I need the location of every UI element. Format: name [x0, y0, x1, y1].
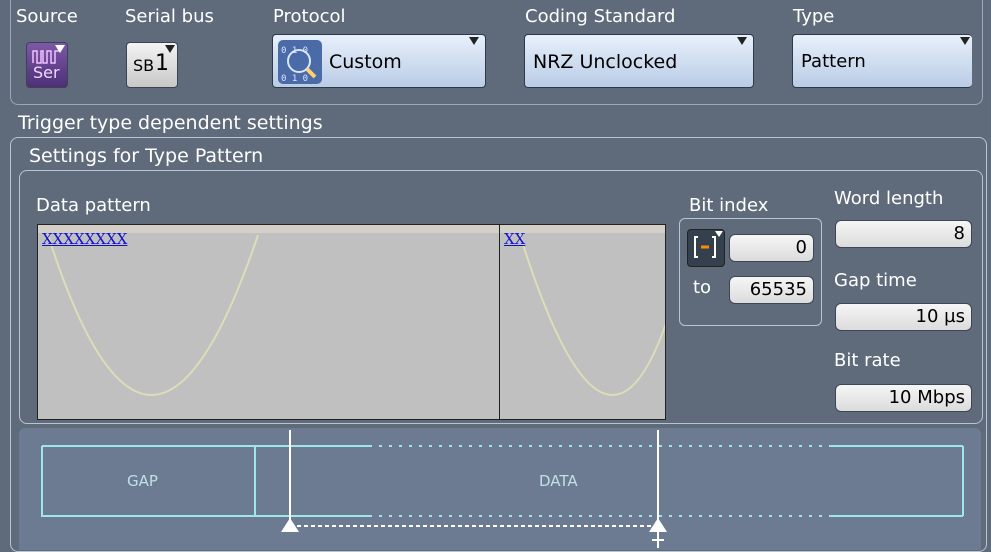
coding-standard-label: Coding Standard [525, 6, 676, 27]
bit-rate-field[interactable]: 10 Mbps [835, 384, 972, 412]
coding-standard-value: NRZ Unclocked [533, 51, 678, 73]
gap-data-diagram: GAP DATA [19, 428, 981, 550]
serial-bus-number: 1 [155, 51, 169, 76]
protocol-value: Custom [329, 51, 402, 73]
type-dropdown[interactable]: Pattern [792, 34, 972, 88]
pattern-bits-left: XXXXXXXX [42, 230, 128, 248]
data-pattern-editor-left[interactable]: XXXXXXXX [37, 224, 500, 420]
trigger-settings-title: Trigger type dependent settings [18, 112, 323, 134]
bit-index-to-label: to [693, 277, 712, 298]
data-pattern-editor-right[interactable]: XX [499, 224, 666, 420]
protocol-label: Protocol [273, 6, 346, 27]
type-value: Pattern [801, 51, 866, 72]
serial-bus-label: Serial bus [125, 6, 214, 27]
type-label: Type [793, 6, 835, 27]
source-icon-text: Ser [33, 63, 60, 82]
gap-time-label: Gap time [834, 270, 917, 291]
word-length-label: Word length [834, 188, 944, 209]
serial-bus-prefix: SB [133, 56, 155, 75]
gap-label: GAP [127, 472, 158, 490]
pattern-bits-right: XX [504, 230, 526, 248]
bit-index-mode-button[interactable] [687, 229, 725, 267]
custom-protocol-icon: 0 1 0 0 1 0 [278, 40, 322, 84]
frame-timing-graphic [41, 430, 964, 548]
coding-standard-dropdown[interactable]: NRZ Unclocked [524, 34, 754, 88]
bit-index-from-field[interactable]: 0 [729, 234, 814, 262]
svg-text:0 1 0: 0 1 0 [281, 46, 308, 56]
serial-bus-button[interactable]: SB 1 [126, 42, 178, 88]
protocol-dropdown[interactable]: 0 1 0 0 1 0 Custom [272, 34, 486, 88]
pattern-background-curve-right [519, 234, 665, 396]
bit-rate-label: Bit rate [834, 350, 901, 371]
gap-time-field[interactable]: 10 µs [835, 303, 972, 331]
pattern-background-curve [47, 234, 259, 396]
bit-index-to-field[interactable]: 65535 [729, 276, 814, 304]
bit-index-label: Bit index [689, 195, 769, 216]
data-label: DATA [539, 472, 578, 490]
word-length-field[interactable]: 8 [835, 220, 972, 248]
data-pattern-label: Data pattern [36, 195, 151, 216]
svg-text:0 1 0: 0 1 0 [281, 74, 308, 84]
source-label: Source [16, 6, 78, 27]
type-settings-title: Settings for Type Pattern [29, 145, 264, 167]
source-button[interactable]: Ser [26, 42, 68, 88]
